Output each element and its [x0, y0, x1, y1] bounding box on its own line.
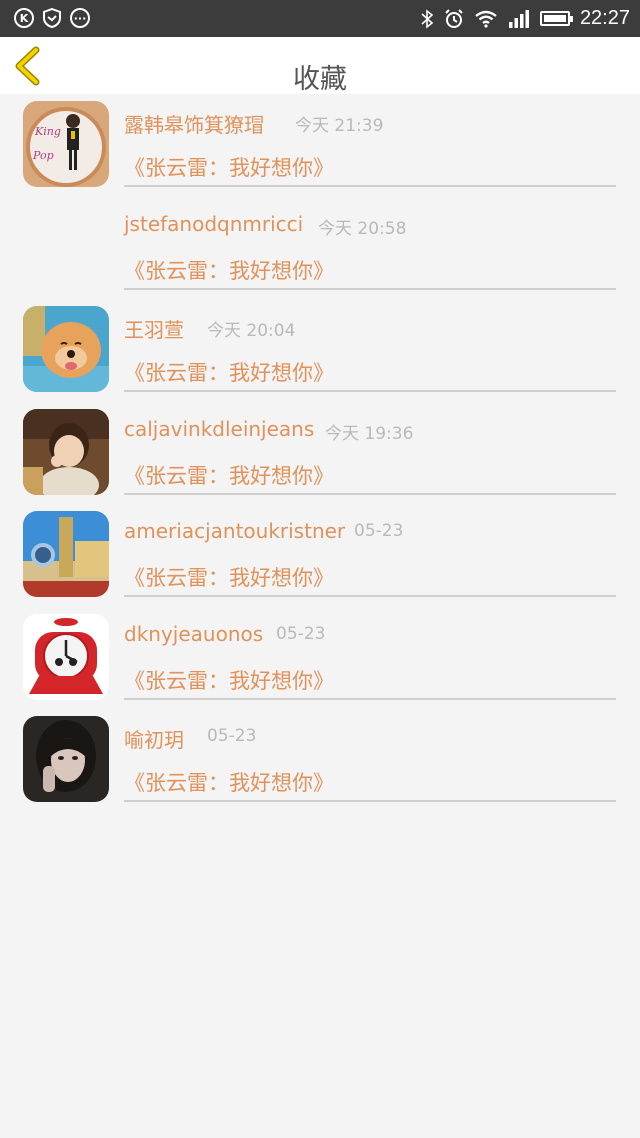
bluetooth-icon [421, 8, 434, 29]
timestamp: 05-23 [207, 726, 257, 746]
timestamp: 今天 20:04 [207, 321, 296, 341]
timestamp: 05-23 [354, 521, 404, 541]
divider [124, 800, 616, 802]
user-name: ameriacjantoukristner [124, 519, 346, 543]
list-item[interactable]: caljavinkdleinjeans 今天 19:36 《张云雷：我好想你》 [0, 402, 640, 505]
list-item[interactable]: dknyjeauonos 05-23 《张云雷：我好想你》 [0, 607, 640, 710]
timestamp: 今天 20:58 [318, 218, 407, 239]
timestamp: 05-23 [276, 623, 326, 644]
favorite-title-link[interactable]: 《张云雷：我好想你》 [124, 460, 334, 490]
divider [124, 185, 616, 187]
favorite-title-link[interactable]: 《张云雷：我好想你》 [124, 357, 334, 387]
status-right-icons: 22:27 [420, 6, 630, 31]
child-avatar[interactable] [23, 408, 109, 495]
girl-avatar[interactable] [23, 716, 109, 802]
divider [124, 595, 616, 597]
timestamp: 今天 19:36 [325, 423, 414, 444]
user-name: 露韩皋饰箕獠瑁 [124, 113, 264, 137]
favorite-title-link[interactable]: 《张云雷：我好想你》 [124, 665, 334, 695]
alarm-icon [445, 8, 463, 28]
header: 收藏 [0, 37, 640, 95]
message-dots-icon: ··· [70, 8, 90, 28]
divider [124, 697, 616, 700]
divider [124, 492, 616, 495]
timestamp: 今天 21:39 [295, 116, 384, 136]
city-avatar[interactable] [23, 511, 109, 597]
user-name: jstefanodqnmricci [124, 211, 304, 236]
favorite-title-link[interactable]: 《张云雷：我好想你》 [124, 152, 334, 182]
list-item[interactable]: King Pop 露韩皋饰箕獠瑁 今天 21:39 《张云雷：我好想你》 [0, 94, 640, 197]
favorite-title-link[interactable]: 《张云雷：我好想你》 [124, 562, 334, 592]
signal-icon [508, 9, 529, 28]
svg-text:King: King [34, 125, 61, 138]
user-name: dknyjeauonos [124, 621, 264, 646]
favorite-title-link[interactable]: 《张云雷：我好想你》 [124, 767, 334, 797]
k-circle-icon: K [14, 8, 34, 28]
list-item[interactable]: 王羽萱 今天 20:04 《张云雷：我好想你》 [0, 299, 640, 402]
favorites-list: King Pop 露韩皋饰箕獠瑁 今天 21:39 《张云雷：我好想你》 jst… [0, 94, 640, 812]
page-title: 收藏 [293, 64, 347, 95]
list-item[interactable]: ameriacjantoukristner 05-23 《张云雷：我好想你》 [0, 504, 640, 607]
user-name: 喻初玥 [124, 728, 184, 752]
list-item[interactable]: 喻初玥 05-23 《张云雷：我好想你》 [0, 709, 640, 812]
favorite-title-link[interactable]: 《张云雷：我好想你》 [124, 255, 334, 285]
alarm-clock-avatar[interactable] [23, 613, 109, 700]
divider [124, 287, 616, 290]
list-item[interactable]: jstefanodqnmricci 今天 20:58 《张云雷：我好想你》 [0, 197, 640, 300]
status-left-icons: K ··· [14, 7, 90, 32]
puppy-avatar[interactable] [23, 306, 109, 392]
status-bar: K ··· 22:27 [0, 0, 640, 37]
user-name: caljavinkdleinjeans [124, 416, 315, 441]
wifi-icon [475, 10, 497, 28]
divider [124, 390, 616, 392]
status-time: 22:27 [579, 7, 630, 29]
king-of-pop-avatar[interactable]: King Pop [23, 101, 109, 187]
shield-icon [42, 7, 62, 32]
svg-text:Pop: Pop [32, 149, 54, 162]
user-name: 王羽萱 [124, 318, 184, 342]
battery-icon [539, 11, 573, 26]
